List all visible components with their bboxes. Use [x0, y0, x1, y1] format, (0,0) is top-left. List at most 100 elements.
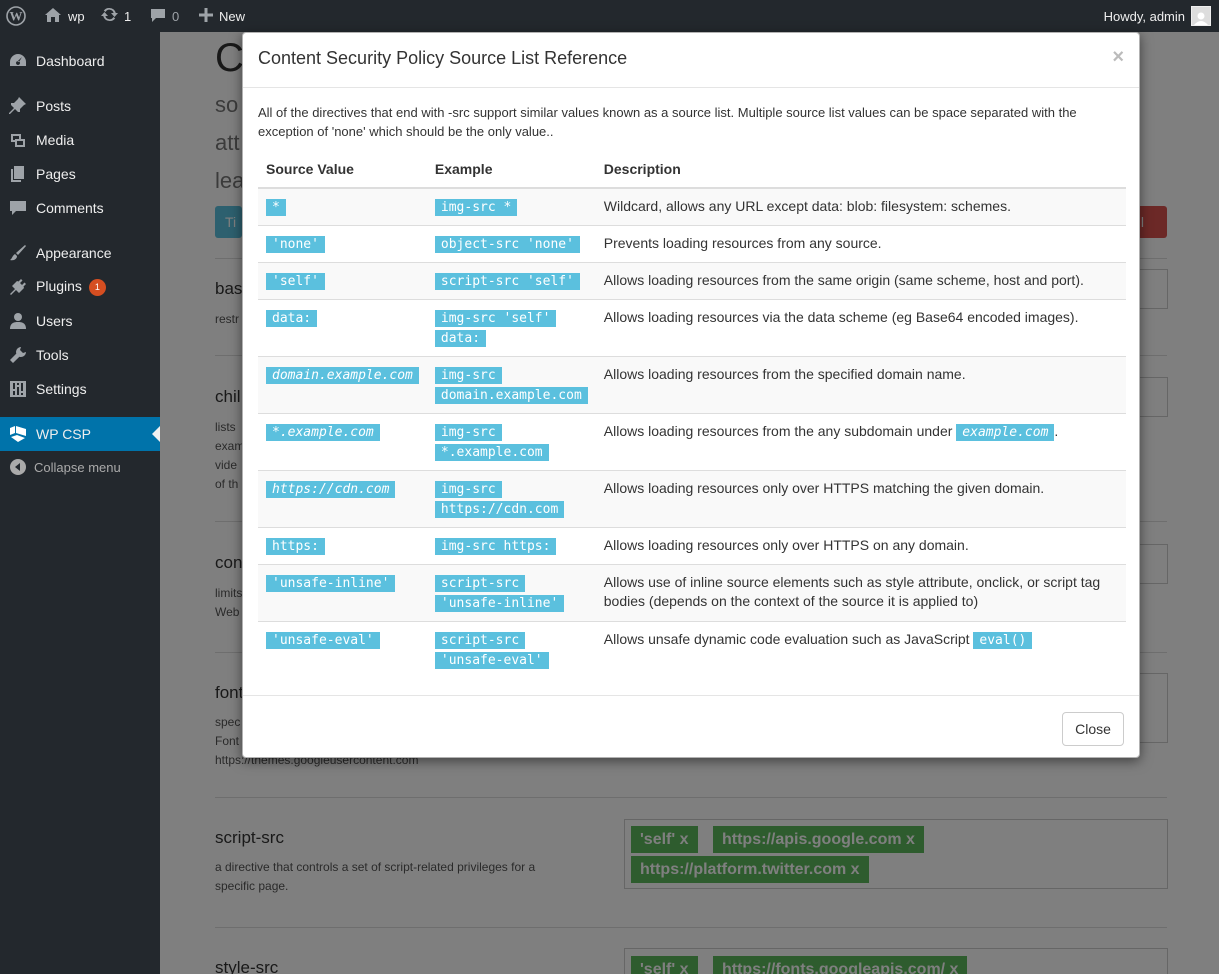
- site-name-link[interactable]: wp: [44, 0, 85, 32]
- table-body: * img-src * Wildcard, allows any URL excep…: [258, 187, 1126, 678]
- description-text: Allows loading resources from the any su…: [603, 423, 953, 439]
- menu-item-users[interactable]: Users: [0, 304, 160, 338]
- menu-label: Tools: [36, 347, 69, 363]
- description-cell: Allows loading resources from the any su…: [595, 413, 1126, 471]
- source-value-cell: 'none': [258, 225, 427, 263]
- source-value-code: https:: [266, 538, 325, 555]
- table-row: 'unsafe-eval' script-src 'unsafe-eval' All…: [258, 621, 1126, 678]
- menu-item-posts[interactable]: Posts: [0, 89, 160, 123]
- menu-label: Pages: [36, 166, 76, 182]
- menu-item-comments[interactable]: Comments: [0, 191, 160, 225]
- example-cell: img-src *: [426, 187, 596, 226]
- home-icon: [44, 7, 62, 26]
- wrench-icon: [9, 346, 27, 364]
- example-code: script-src 'unsafe-inline': [434, 575, 565, 612]
- description-cell: Allows unsafe dynamic code evaluation su…: [595, 621, 1126, 678]
- column-header: Example: [426, 151, 596, 189]
- example-cell: object-src 'none': [426, 225, 596, 263]
- menu-item-pages[interactable]: Pages: [0, 157, 160, 191]
- modal-header-divider: [243, 87, 1139, 88]
- source-value-cell: *.example.com: [258, 413, 427, 471]
- menu-item-plugins[interactable]: Plugins 1: [0, 270, 160, 304]
- my-account-link[interactable]: Howdy, admin: [1104, 0, 1211, 32]
- source-value-cell: data:: [258, 299, 427, 357]
- column-header: Source Value: [258, 151, 427, 189]
- menu-label: Settings: [36, 381, 87, 397]
- example-cell: script-src 'self': [426, 262, 596, 300]
- new-label: New: [219, 8, 246, 24]
- comments-link[interactable]: 0: [150, 0, 179, 32]
- example-code: img-src 'self' data:: [434, 310, 557, 347]
- collapse-label: Collapse menu: [34, 459, 121, 475]
- example-code: img-src https://cdn.com: [434, 481, 565, 518]
- pin-icon: [9, 97, 27, 115]
- table-row: *.example.com img-src *.example.com Allows…: [258, 413, 1126, 471]
- menu-item-settings[interactable]: Settings: [0, 372, 160, 406]
- menu-item-media[interactable]: Media: [0, 123, 160, 157]
- site-name: wp: [68, 8, 85, 24]
- collapse-menu-button[interactable]: Collapse menu: [0, 450, 160, 484]
- plugins-update-badge: 1: [88, 278, 106, 296]
- source-list-table: Source Value Example Description * img-sr…: [258, 151, 1126, 678]
- column-header: Description: [595, 151, 1126, 189]
- example-code: object-src 'none': [434, 236, 580, 253]
- example-code: img-src domain.example.com: [434, 367, 588, 404]
- comment-bubble-icon: [150, 7, 166, 26]
- plugins-label: Plugins: [36, 278, 82, 295]
- new-content-link[interactable]: New: [199, 0, 245, 32]
- wordpress-logo-icon[interactable]: W: [6, 0, 26, 32]
- close-button[interactable]: Close: [1062, 712, 1124, 746]
- source-value-cell: 'self': [258, 262, 427, 300]
- users-icon: [9, 312, 27, 330]
- menu-item-wp-csp[interactable]: WP CSP: [0, 417, 160, 451]
- description-text: Allows unsafe dynamic code evaluation su…: [603, 631, 970, 647]
- table-row: 'none' object-src 'none' Prevents loading …: [258, 225, 1126, 263]
- table-row: https: img-src https: Allows loading resou…: [258, 527, 1126, 565]
- source-value-code: domain.example.com: [266, 367, 419, 384]
- description-cell: Allows loading resources only over HTTPS…: [595, 470, 1126, 528]
- description-text: Allows loading resources via the data sc…: [603, 309, 1079, 325]
- description-text: Allows loading resources only over HTTPS…: [603, 480, 1045, 496]
- media-icon: [9, 131, 27, 149]
- menu-label: Media: [36, 132, 75, 148]
- description-cell: Allows loading resources from the specif…: [595, 356, 1126, 414]
- description-cell: Allows loading resources via the data sc…: [595, 299, 1126, 357]
- example-cell: img-src https://cdn.com: [426, 470, 596, 528]
- menu-item-dashboard[interactable]: Dashboard: [0, 44, 160, 78]
- comments-icon: [9, 199, 27, 217]
- menu-label: Dashboard: [36, 53, 105, 69]
- close-icon[interactable]: ×: [1112, 46, 1124, 69]
- source-value-code: *.example.com: [266, 424, 380, 441]
- menu-label: Posts: [36, 98, 72, 114]
- menu-label: Users: [36, 313, 73, 329]
- source-value-cell: 'unsafe-inline': [258, 564, 427, 622]
- table-row: * img-src * Wildcard, allows any URL excep…: [258, 187, 1126, 226]
- source-value-code: 'self': [266, 273, 325, 290]
- description-cell: Allows use of inline source elements suc…: [595, 564, 1126, 622]
- description-suffix: .: [1054, 423, 1059, 439]
- source-list-reference-modal: Content Security Policy Source List Refe…: [242, 32, 1140, 758]
- description-cell: Allows loading resources from the same o…: [595, 262, 1126, 300]
- updates-link[interactable]: 1: [101, 0, 131, 32]
- source-value-cell: https:: [258, 527, 427, 565]
- plugin-icon: [9, 278, 27, 296]
- example-cell: script-src 'unsafe-inline': [426, 564, 596, 622]
- menu-item-tools[interactable]: Tools: [0, 338, 160, 372]
- description-cell: Prevents loading resources from any sour…: [595, 225, 1126, 263]
- menu-item-appearance[interactable]: Appearance: [0, 236, 160, 270]
- source-value-cell: 'unsafe-eval': [258, 621, 427, 678]
- menu-label: WP CSP: [36, 426, 91, 442]
- source-value-code: *: [266, 199, 286, 216]
- modal-intro-text: All of the directives that end with -src…: [258, 105, 1077, 139]
- dashboard-icon: [9, 52, 27, 70]
- example-code: script-src 'unsafe-eval': [434, 632, 549, 669]
- example-cell: img-src https:: [426, 527, 596, 565]
- pages-icon: [9, 165, 27, 183]
- updates-icon: [101, 6, 118, 26]
- example-code: img-src *.example.com: [434, 424, 549, 461]
- description-code: example.com: [956, 424, 1055, 441]
- example-cell: img-src domain.example.com: [426, 356, 596, 414]
- example-cell: img-src *.example.com: [426, 413, 596, 471]
- table-row: data: img-src 'self' data: Allows loading …: [258, 299, 1126, 357]
- modal-footer-divider: [243, 695, 1139, 696]
